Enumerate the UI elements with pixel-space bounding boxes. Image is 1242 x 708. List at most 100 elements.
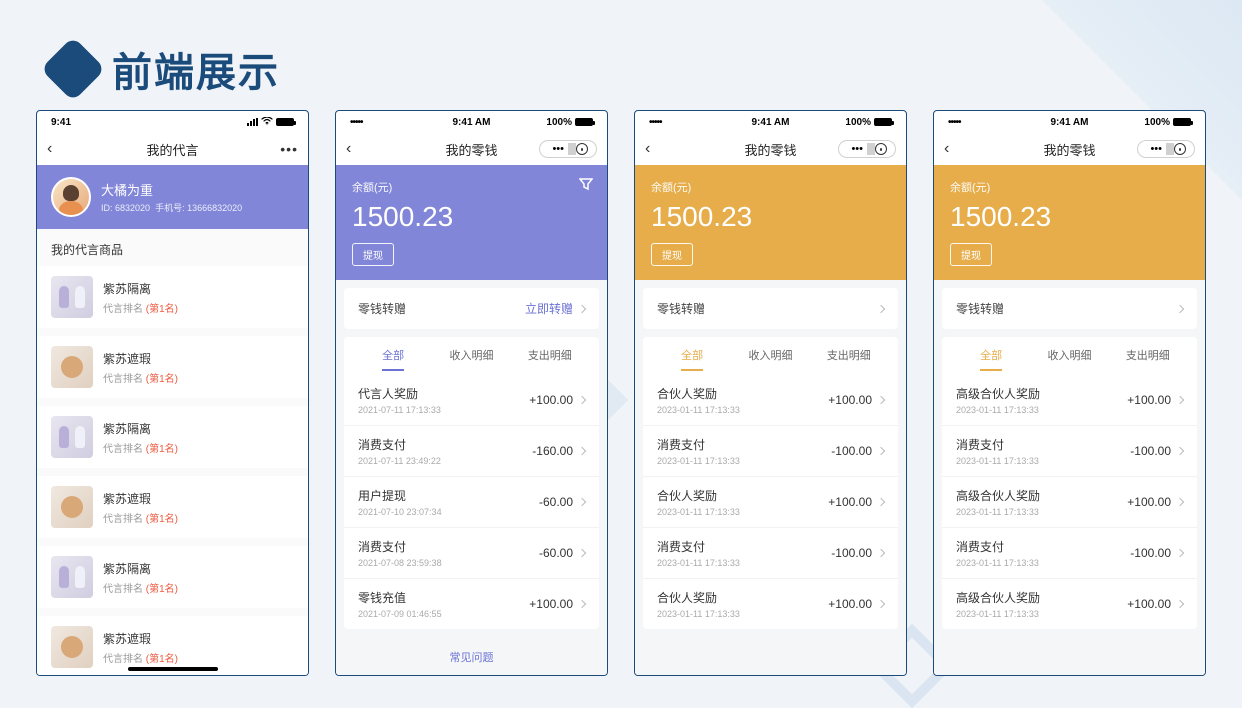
product-thumb [51, 486, 93, 528]
tab-all[interactable]: 全部 [354, 337, 432, 371]
chevron-right-icon [877, 447, 885, 455]
transfer-row[interactable]: 零钱转赠 [643, 288, 898, 329]
tx-time: 2023-01-11 17:13:33 [657, 507, 740, 517]
withdraw-button[interactable]: 提现 [651, 243, 693, 266]
phone-mockup-3: ••••• 9:41 AM 100% ‹ 我的零钱 ••• 余额(元) 1500… [634, 110, 907, 676]
list-item[interactable]: 紫苏隔离 代言排名 (第1名) [37, 266, 308, 328]
home-indicator [128, 667, 218, 671]
product-title: 紫苏隔离 [103, 560, 178, 577]
tx-amount: +100.00 [1127, 393, 1171, 407]
back-button[interactable]: ‹ [346, 140, 351, 158]
transaction-row[interactable]: 高级合伙人奖励2023-01-11 17:13:33 +100.00 [942, 578, 1197, 629]
transfer-row[interactable]: 零钱转赠 [942, 288, 1197, 329]
capsule-menu[interactable]: ••• [838, 140, 896, 158]
balance-amount: 1500.23 [352, 201, 591, 233]
list-item[interactable]: 紫苏隔离 代言排名 (第1名) [37, 406, 308, 468]
tx-amount: -100.00 [831, 444, 872, 458]
transfer-row[interactable]: 零钱转赠 立即转赠 [344, 288, 599, 329]
transaction-row[interactable]: 代言人奖励2021-07-11 17:13:33 +100.00 [344, 375, 599, 425]
balance-card: 余额(元) 1500.23 提现 [934, 165, 1205, 280]
balance-card: 余额(元) 1500.23 提现 [635, 165, 906, 280]
transaction-card: 全部 收入明细 支出明细 代言人奖励2021-07-11 17:13:33 +1… [344, 337, 599, 629]
withdraw-button[interactable]: 提现 [352, 243, 394, 266]
withdraw-button[interactable]: 提现 [950, 243, 992, 266]
back-button[interactable]: ‹ [944, 140, 949, 158]
list-item[interactable]: 紫苏遮瑕 代言排名 (第1名) [37, 336, 308, 398]
battery-icon [1173, 118, 1191, 126]
more-button[interactable]: ••• [280, 141, 298, 157]
transaction-row[interactable]: 用户提现2021-07-10 23:07:34 -60.00 [344, 476, 599, 527]
product-rank: 代言排名 (第1名) [103, 650, 178, 665]
product-list[interactable]: 紫苏隔离 代言排名 (第1名) 紫苏遮瑕 代言排名 (第1名) 紫苏隔离 代言排… [37, 266, 308, 675]
balance-label: 余额(元) [651, 179, 890, 195]
tx-time: 2023-01-11 17:13:33 [956, 456, 1039, 466]
tab-all[interactable]: 全部 [653, 337, 731, 371]
transfer-action: 立即转赠 [525, 300, 573, 317]
signal-icon [247, 118, 258, 126]
nav-title: 我的代言 [37, 140, 308, 159]
transaction-row[interactable]: 高级合伙人奖励2023-01-11 17:13:33 +100.00 [942, 375, 1197, 425]
tx-amount: +100.00 [1127, 597, 1171, 611]
carrier-icon: ••••• [649, 117, 662, 128]
tx-title: 消费支付 [657, 436, 740, 453]
back-button[interactable]: ‹ [47, 140, 52, 158]
capsule-menu[interactable]: ••• [1137, 140, 1195, 158]
tab-all[interactable]: 全部 [952, 337, 1030, 371]
transaction-row[interactable]: 合伙人奖励2023-01-11 17:13:33 +100.00 [643, 578, 898, 629]
faq-link[interactable]: 常见问题 [336, 633, 607, 675]
tx-title: 合伙人奖励 [657, 385, 740, 402]
page-title: 前端展示 [112, 40, 280, 98]
wifi-icon [261, 117, 273, 128]
tab-income[interactable]: 收入明细 [432, 337, 510, 371]
product-thumb [51, 346, 93, 388]
nav-bar: ‹ 我的零钱 ••• [934, 133, 1205, 165]
tab-expense[interactable]: 支出明细 [1109, 337, 1187, 371]
transaction-row[interactable]: 消费支付2021-07-11 23:49:22 -160.00 [344, 425, 599, 476]
transaction-row[interactable]: 合伙人奖励2023-01-11 17:13:33 +100.00 [643, 375, 898, 425]
tx-title: 用户提现 [358, 487, 442, 504]
tab-expense[interactable]: 支出明细 [511, 337, 589, 371]
transfer-label: 零钱转赠 [358, 300, 406, 317]
page-header: 前端展示 [50, 40, 280, 98]
tabs: 全部 收入明细 支出明细 [942, 337, 1197, 371]
tab-expense[interactable]: 支出明细 [810, 337, 888, 371]
transaction-row[interactable]: 高级合伙人奖励2023-01-11 17:13:33 +100.00 [942, 476, 1197, 527]
tx-amount: -160.00 [532, 444, 573, 458]
product-rank: 代言排名 (第1名) [103, 370, 178, 385]
status-bar: ••••• 9:41 AM 100% [635, 111, 906, 133]
battery-pct: 100% [845, 117, 871, 128]
transaction-row[interactable]: 零钱充值2021-07-09 01:46:55 +100.00 [344, 578, 599, 629]
tx-time: 2021-07-11 23:49:22 [358, 456, 441, 466]
tx-time: 2021-07-10 23:07:34 [358, 507, 442, 517]
transaction-row[interactable]: 消费支付 2021-07-08 23:59:38 -60.00 [344, 527, 599, 578]
tx-title: 消费支付 [358, 538, 442, 555]
carrier-icon: ••••• [948, 117, 961, 128]
transaction-row[interactable]: 消费支付2023-01-11 17:13:33 -100.00 [643, 527, 898, 578]
transaction-row[interactable]: 消费支付 2023-01-11 17:13:33 -100.00 [643, 425, 898, 476]
section-label: 我的代言商品 [37, 229, 308, 266]
battery-icon [575, 118, 593, 126]
tx-title: 消费支付 [657, 538, 740, 555]
list-item[interactable]: 紫苏隔离 代言排名 (第1名) [37, 546, 308, 608]
profile-card[interactable]: 大橘为重 ID: 6832020 手机号: 13666832020 [37, 165, 308, 229]
tx-time: 2023-01-11 17:13:33 [657, 456, 740, 466]
battery-pct: 100% [546, 117, 572, 128]
battery-pct: 100% [1144, 117, 1170, 128]
tab-income[interactable]: 收入明细 [1030, 337, 1108, 371]
tx-amount: -60.00 [539, 546, 573, 560]
tx-amount: -100.00 [1130, 546, 1171, 560]
chevron-right-icon [1176, 498, 1184, 506]
capsule-menu[interactable]: ••• [539, 140, 597, 158]
nav-bar: ‹ 我的零钱 ••• [336, 133, 607, 165]
product-title: 紫苏遮瑕 [103, 630, 178, 647]
transaction-row[interactable]: 消费支付2023-01-11 17:13:33 -100.00 [942, 425, 1197, 476]
back-button[interactable]: ‹ [645, 140, 650, 158]
tx-amount: +100.00 [1127, 495, 1171, 509]
tx-time: 2021-07-08 23:59:38 [358, 558, 442, 568]
transaction-row[interactable]: 消费支付2023-01-11 17:13:33 -100.00 [942, 527, 1197, 578]
avatar [51, 177, 91, 217]
tab-income[interactable]: 收入明细 [731, 337, 809, 371]
transaction-row[interactable]: 合伙人奖励2023-01-11 17:13:33 +100.00 [643, 476, 898, 527]
list-item[interactable]: 紫苏遮瑕 代言排名 (第1名) [37, 476, 308, 538]
tx-amount: +100.00 [828, 393, 872, 407]
